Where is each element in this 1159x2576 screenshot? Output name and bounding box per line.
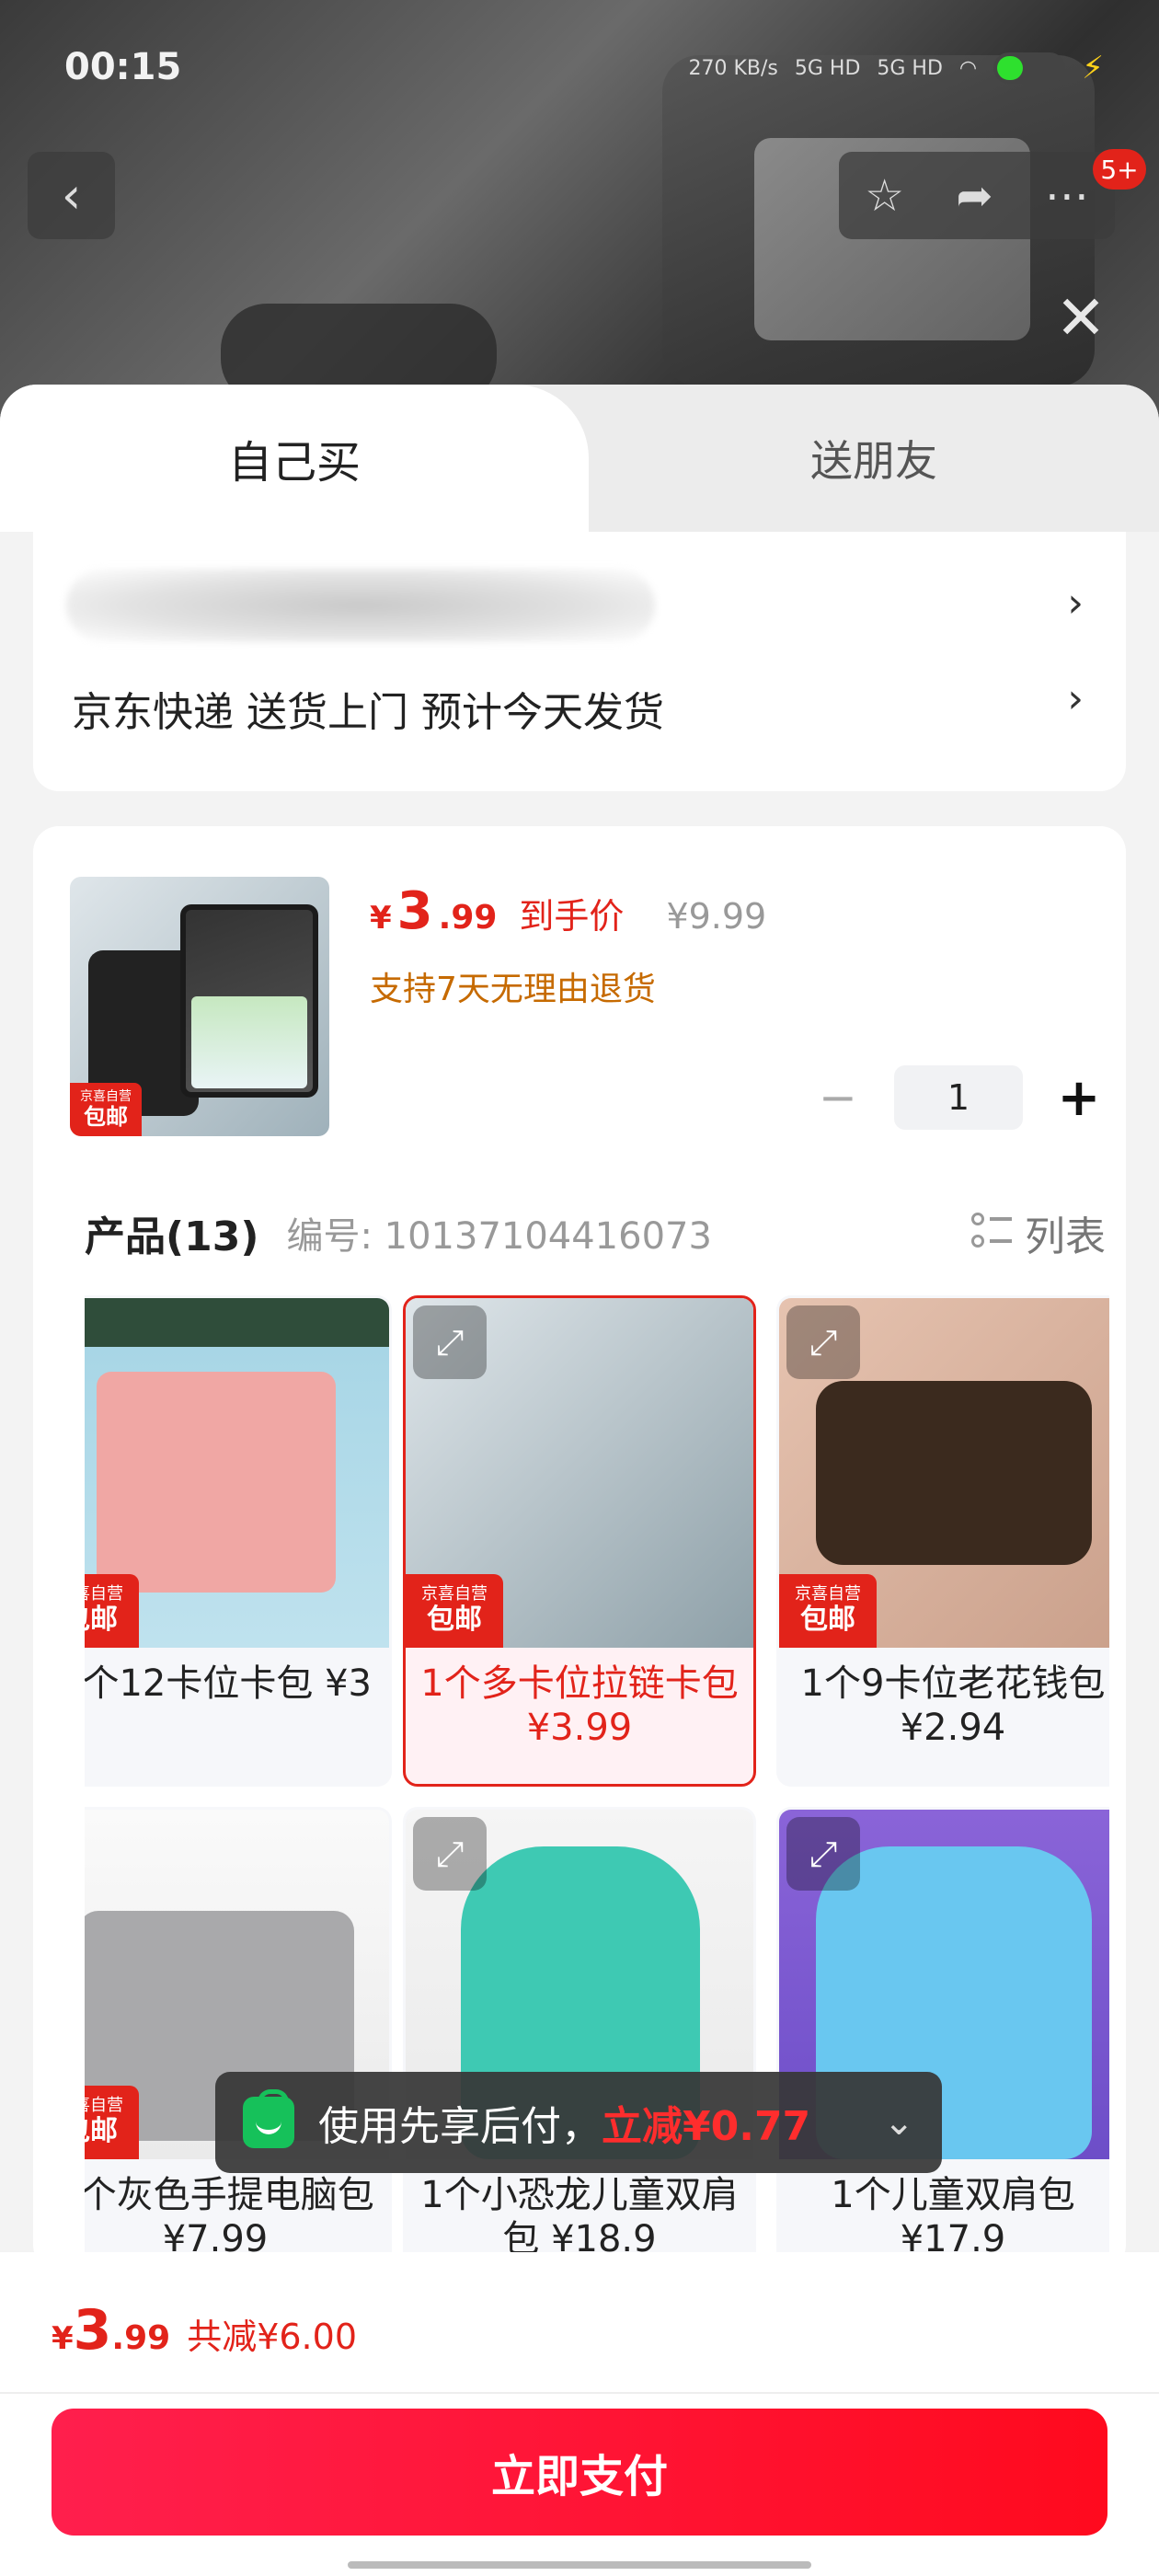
- chevron-right-icon[interactable]: ›: [1067, 580, 1084, 627]
- product-tile-selected[interactable]: ⤢ 京喜自营 包邮 1个多卡位拉链卡包 ¥3.99: [403, 1295, 756, 1787]
- wifi-icon: ◠: [958, 56, 978, 80]
- product-name: 1个9卡位老花钱包 ¥2.94: [800, 1662, 1106, 1749]
- checkout-sheet: 自己买 送朋友 › 京东快递 送货上门 预计今天发货 › 京喜自营 包邮 ¥ 3…: [0, 385, 1159, 2576]
- tag-bottom: 包邮: [84, 1103, 128, 1130]
- expand-icon[interactable]: ⤢: [413, 1305, 487, 1379]
- product-card: 京喜自营 包邮 ¥ 3 .99 到手价 ¥9.99 支持7天无理由退货 − 1 …: [33, 826, 1126, 2271]
- chevron-left-icon: ‹: [61, 167, 82, 224]
- signal-2-icon: 5G HD: [877, 56, 943, 80]
- quantity-stepper: − 1 +: [806, 1065, 1111, 1130]
- purchase-tabs: 自己买 送朋友: [0, 385, 1159, 532]
- product-tile[interactable]: ⤢ 1个儿童双肩包 ¥17.9: [776, 1807, 1109, 2271]
- decrease-button[interactable]: −: [806, 1065, 870, 1130]
- self-operated-tag: 京喜自营包邮: [779, 1574, 877, 1648]
- product-name: 1个多卡位拉链卡包 ¥3.99: [420, 1662, 739, 1749]
- price-row: ¥ 3 .99 到手价 ¥9.99: [370, 881, 766, 941]
- product-tile[interactable]: ⤢ 1个小恐龙儿童双肩包 ¥18.9: [403, 1807, 756, 2271]
- back-button[interactable]: ‹: [28, 152, 115, 239]
- share-icon[interactable]: ➦: [956, 170, 993, 222]
- tab-gift-friend[interactable]: 送朋友: [589, 385, 1159, 532]
- price-label: 到手价: [519, 896, 625, 937]
- expand-icon[interactable]: ⤢: [786, 1817, 860, 1891]
- self-operated-tag: 京喜自营包邮: [85, 2086, 139, 2159]
- net-speed: 270 KB/s: [688, 56, 778, 80]
- self-operated-tag: 京喜自营包邮: [85, 1574, 139, 1648]
- self-operated-tag: 京喜自营包邮: [406, 1574, 503, 1648]
- checkout-bar: ¥ 3 .99 共减¥6.00 立即支付: [0, 2252, 1159, 2576]
- battery-icon: [993, 52, 1066, 84]
- product-name: 1个灰色手提电脑包 ¥7.99: [85, 2174, 374, 2260]
- total-symbol: ¥: [52, 2320, 74, 2357]
- total-decimal: .99: [111, 2319, 171, 2357]
- price-symbol: ¥: [370, 900, 392, 937]
- pay-now-button[interactable]: 立即支付: [52, 2409, 1107, 2536]
- status-icons: 270 KB/s 5G HD 5G HD ◠ ⚡: [688, 50, 1104, 86]
- original-price: ¥9.99: [666, 896, 767, 937]
- address-card[interactable]: › 京东快递 送货上门 预计今天发货 ›: [33, 532, 1126, 791]
- product-thumbnail[interactable]: 京喜自营 包邮: [70, 877, 329, 1136]
- total-price: ¥ 3 .99 共减¥6.00: [52, 2298, 357, 2363]
- product-name: 1个儿童双肩包 ¥17.9: [831, 2174, 1075, 2260]
- pay-later-toast[interactable]: 使用先享后付， 立减¥0.77 ⌄: [215, 2072, 942, 2173]
- tab-buy-for-self[interactable]: 自己买: [0, 385, 589, 532]
- product-name: 1个12卡位卡包 ¥3: [85, 1662, 372, 1705]
- product-tile[interactable]: 京喜自营包邮 1个灰色手提电脑包 ¥7.99: [85, 1807, 392, 2271]
- total-saved: 共减¥6.00: [187, 2317, 357, 2357]
- products-title: 产品(13): [85, 1213, 259, 1260]
- home-indicator[interactable]: [348, 2561, 811, 2569]
- expand-icon[interactable]: ⤢: [413, 1817, 487, 1891]
- wallet-cards-image: [191, 996, 307, 1088]
- status-time: 00:15: [64, 46, 182, 88]
- product-name: 1个小恐龙儿童双肩包 ¥18.9: [420, 2174, 739, 2260]
- tag-top: 京喜自营: [80, 1089, 132, 1105]
- price-integer: 3: [396, 881, 433, 941]
- quantity-input[interactable]: 1: [894, 1065, 1023, 1130]
- toast-text: 使用先享后付，: [318, 2103, 602, 2150]
- chevron-double-down-icon[interactable]: ⌄: [883, 2101, 914, 2144]
- list-icon: [971, 1213, 1012, 1253]
- product-tile[interactable]: 京喜自营包邮 1个12卡位卡包 ¥3: [85, 1295, 392, 1787]
- signal-1-icon: 5G HD: [794, 56, 861, 80]
- self-operated-tag: 京喜自营 包邮: [70, 1083, 142, 1136]
- sku-number: 编号: 10137104416073: [286, 1215, 712, 1258]
- delivery-info: 京东快递 送货上门 预计今天发货: [72, 689, 664, 736]
- products-header: 产品(13) 编号: 10137104416073 列表: [85, 1203, 1106, 1262]
- list-view-label: 列表: [1025, 1213, 1106, 1260]
- message-badge: 5+: [1093, 149, 1146, 190]
- top-toolbar: ☆ ➦ ⋯: [839, 152, 1115, 239]
- product-tile[interactable]: ⤢ 京喜自营 包邮 1个9卡位老花钱包 ¥2.94: [776, 1295, 1109, 1787]
- charging-icon: ⚡: [1082, 50, 1104, 86]
- close-icon[interactable]: ✕: [1049, 282, 1113, 353]
- chevron-right-icon[interactable]: ›: [1067, 675, 1084, 722]
- list-view-toggle[interactable]: 列表: [971, 1203, 1106, 1262]
- toast-discount: 立减¥0.77: [602, 2103, 811, 2150]
- address-blurred: [66, 569, 655, 642]
- shopping-bag-icon: [243, 2089, 294, 2148]
- divider: [0, 2392, 1159, 2394]
- increase-button[interactable]: +: [1047, 1065, 1111, 1130]
- expand-icon[interactable]: ⤢: [786, 1305, 860, 1379]
- total-integer: 3: [73, 2298, 112, 2363]
- price-decimal: .99: [438, 899, 498, 937]
- return-policy: 支持7天无理由退货: [370, 971, 656, 1008]
- star-icon[interactable]: ☆: [865, 170, 904, 222]
- more-icon[interactable]: ⋯: [1045, 170, 1089, 222]
